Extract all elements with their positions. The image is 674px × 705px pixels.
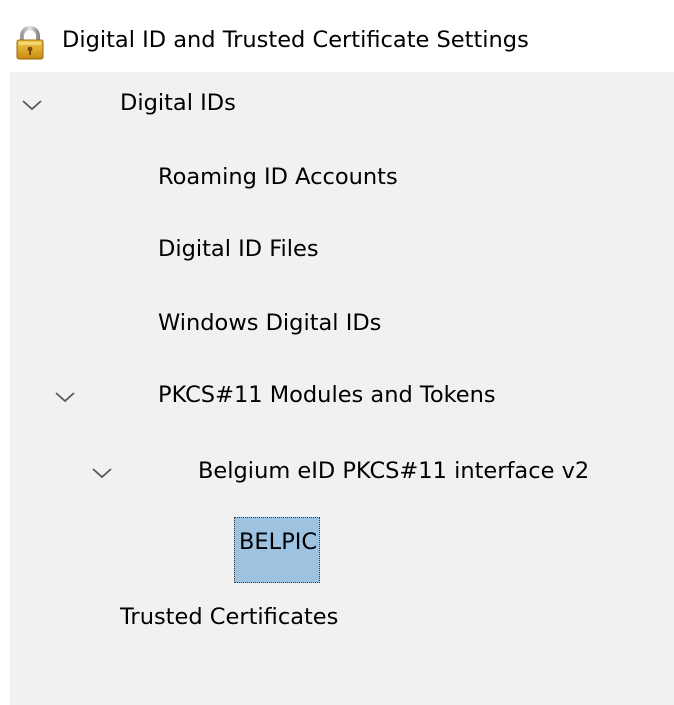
window-title: Digital ID and Trusted Certificate Setti… — [62, 27, 529, 53]
tree-item-label: BELPIC — [239, 529, 318, 555]
tree-item-label: Windows Digital IDs — [158, 310, 382, 336]
tree-item-label: Belgium eID PKCS#11 interface v2 — [198, 458, 590, 484]
tree-item-label: Digital ID Files — [158, 236, 319, 262]
tree-item-label: Digital IDs — [120, 90, 236, 116]
tree-item-pkcs11-modules[interactable]: PKCS#11 Modules and Tokens — [10, 366, 674, 424]
tree-item-label: Trusted Certificates — [120, 604, 339, 630]
chevron-down-icon[interactable] — [53, 389, 77, 405]
chevron-down-icon[interactable] — [20, 97, 44, 113]
window-header: Digital ID and Trusted Certificate Setti… — [0, 0, 674, 72]
tree-item-label: PKCS#11 Modules and Tokens — [158, 382, 496, 408]
tree-item-belgium-eid-module[interactable]: Belgium eID PKCS#11 interface v2 — [10, 442, 674, 500]
chevron-down-icon[interactable] — [90, 465, 114, 481]
tree-item-digital-id-files[interactable]: Digital ID Files — [10, 220, 674, 278]
settings-tree: Digital IDs Roaming ID Accounts Digital … — [10, 72, 674, 705]
tree-item-windows-digital-ids[interactable]: Windows Digital IDs — [10, 294, 674, 352]
tree-item-trusted-certificates[interactable]: Trusted Certificates — [10, 588, 674, 646]
tree-item-digital-ids[interactable]: Digital IDs — [10, 74, 674, 132]
tree-item-roaming-id-accounts[interactable]: Roaming ID Accounts — [10, 148, 674, 206]
tree-item-label: Roaming ID Accounts — [158, 164, 398, 190]
tree-item-belpic-selected[interactable]: BELPIC — [234, 517, 320, 583]
lock-icon — [16, 26, 44, 60]
